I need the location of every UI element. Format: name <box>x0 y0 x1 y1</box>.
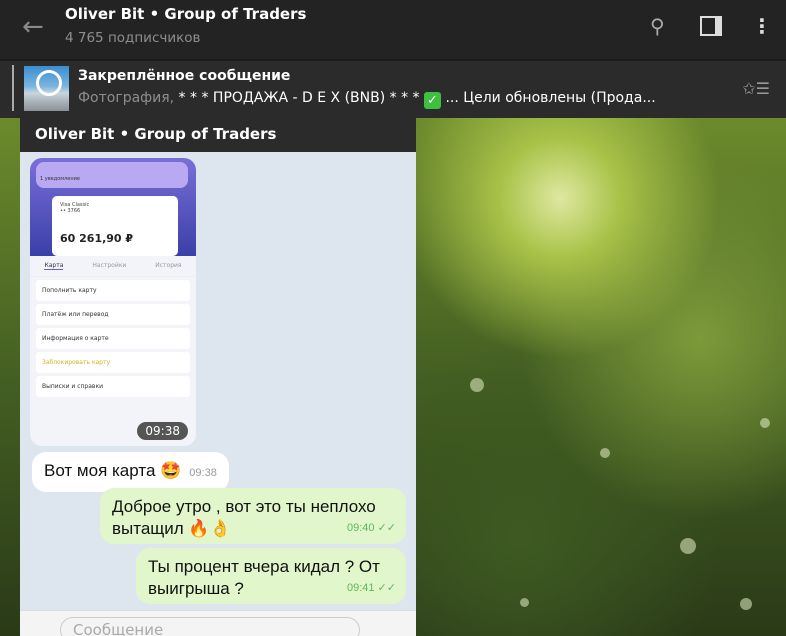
back-arrow-icon[interactable]: ← <box>22 12 44 42</box>
notification: 1 уведомление <box>36 162 188 188</box>
pinned-preview: Фотография, * * * ПРОДАЖА - D E X (BNB) … <box>78 90 656 109</box>
photo-message-input: Сообщение <box>60 617 360 636</box>
message-bubble: Ты процент вчера кидал ? От выигрыша ? 09… <box>136 548 406 604</box>
bank-row: Пополнить карту <box>36 280 190 301</box>
bank-row: Платёж или перевод <box>36 304 190 325</box>
sidebar-toggle-icon[interactable] <box>700 16 722 36</box>
card-balance: 60 261,90 ₽ <box>60 232 134 245</box>
tab-settings: Настройки <box>92 262 127 269</box>
message-text: Доброе утро , вот это ты неплохо вытащил… <box>112 497 376 538</box>
bank-card: Visa Classic •• 3766 60 261,90 ₽ <box>52 196 178 256</box>
pinned-title: Закреплённое сообщение <box>78 68 291 84</box>
bank-row: Заблокировать карту <box>36 352 190 373</box>
channel-title[interactable]: Oliver Bit • Group of Traders <box>65 5 306 23</box>
search-icon[interactable]: ⚲ <box>650 14 665 38</box>
photo-input-bar: Сообщение <box>20 610 416 636</box>
message-time: 09:40 ✓✓ <box>346 522 396 534</box>
message-bubble: Доброе утро , вот это ты неплохо вытащил… <box>100 488 406 544</box>
message-time: 09:38 <box>189 467 217 479</box>
message-text: Вот моя карта 🤩 <box>44 461 182 480</box>
message-time: 09:41 ✓✓ <box>346 582 396 594</box>
image-time: 09:38 <box>137 422 188 440</box>
pinned-list-icon[interactable]: ✩☰ <box>742 79 770 98</box>
tab-history: История <box>155 262 182 269</box>
message-text: Ты процент вчера кидал ? От выигрыша ? <box>148 557 380 598</box>
message-bubble: Вот моя карта 🤩 09:38 <box>32 452 229 492</box>
bank-screenshot[interactable]: 1 уведомление Visa Classic •• 3766 60 26… <box>30 158 196 446</box>
photo-chat-title: Oliver Bit • Group of Traders <box>20 118 416 152</box>
bank-row: Выписки и справки <box>36 376 190 397</box>
pinned-message-bar[interactable]: Закреплённое сообщение Фотография, * * *… <box>0 61 786 118</box>
pinned-suffix: ... Цели обновлены (Прода... <box>441 90 656 106</box>
pinned-text: * * * ПРОДАЖА - D E X (BNB) * * * <box>174 90 424 106</box>
tab-card: Карта <box>44 262 64 270</box>
subscriber-count: 4 765 подписчиков <box>65 30 201 46</box>
card-number: •• 3766 <box>60 208 81 214</box>
chat-header: ← Oliver Bit • Group of Traders 4 765 по… <box>0 0 786 60</box>
photo-message[interactable]: Oliver Bit • Group of Traders 1 уведомле… <box>20 118 416 636</box>
pinned-indicator <box>12 65 14 111</box>
more-vertical-icon[interactable]: ⋮ <box>752 14 772 38</box>
pinned-thumbnail <box>24 66 69 111</box>
check-icon: ✓ <box>424 92 441 109</box>
pinned-prefix: Фотография, <box>78 90 175 106</box>
bank-row: Информация о карте <box>36 328 190 349</box>
